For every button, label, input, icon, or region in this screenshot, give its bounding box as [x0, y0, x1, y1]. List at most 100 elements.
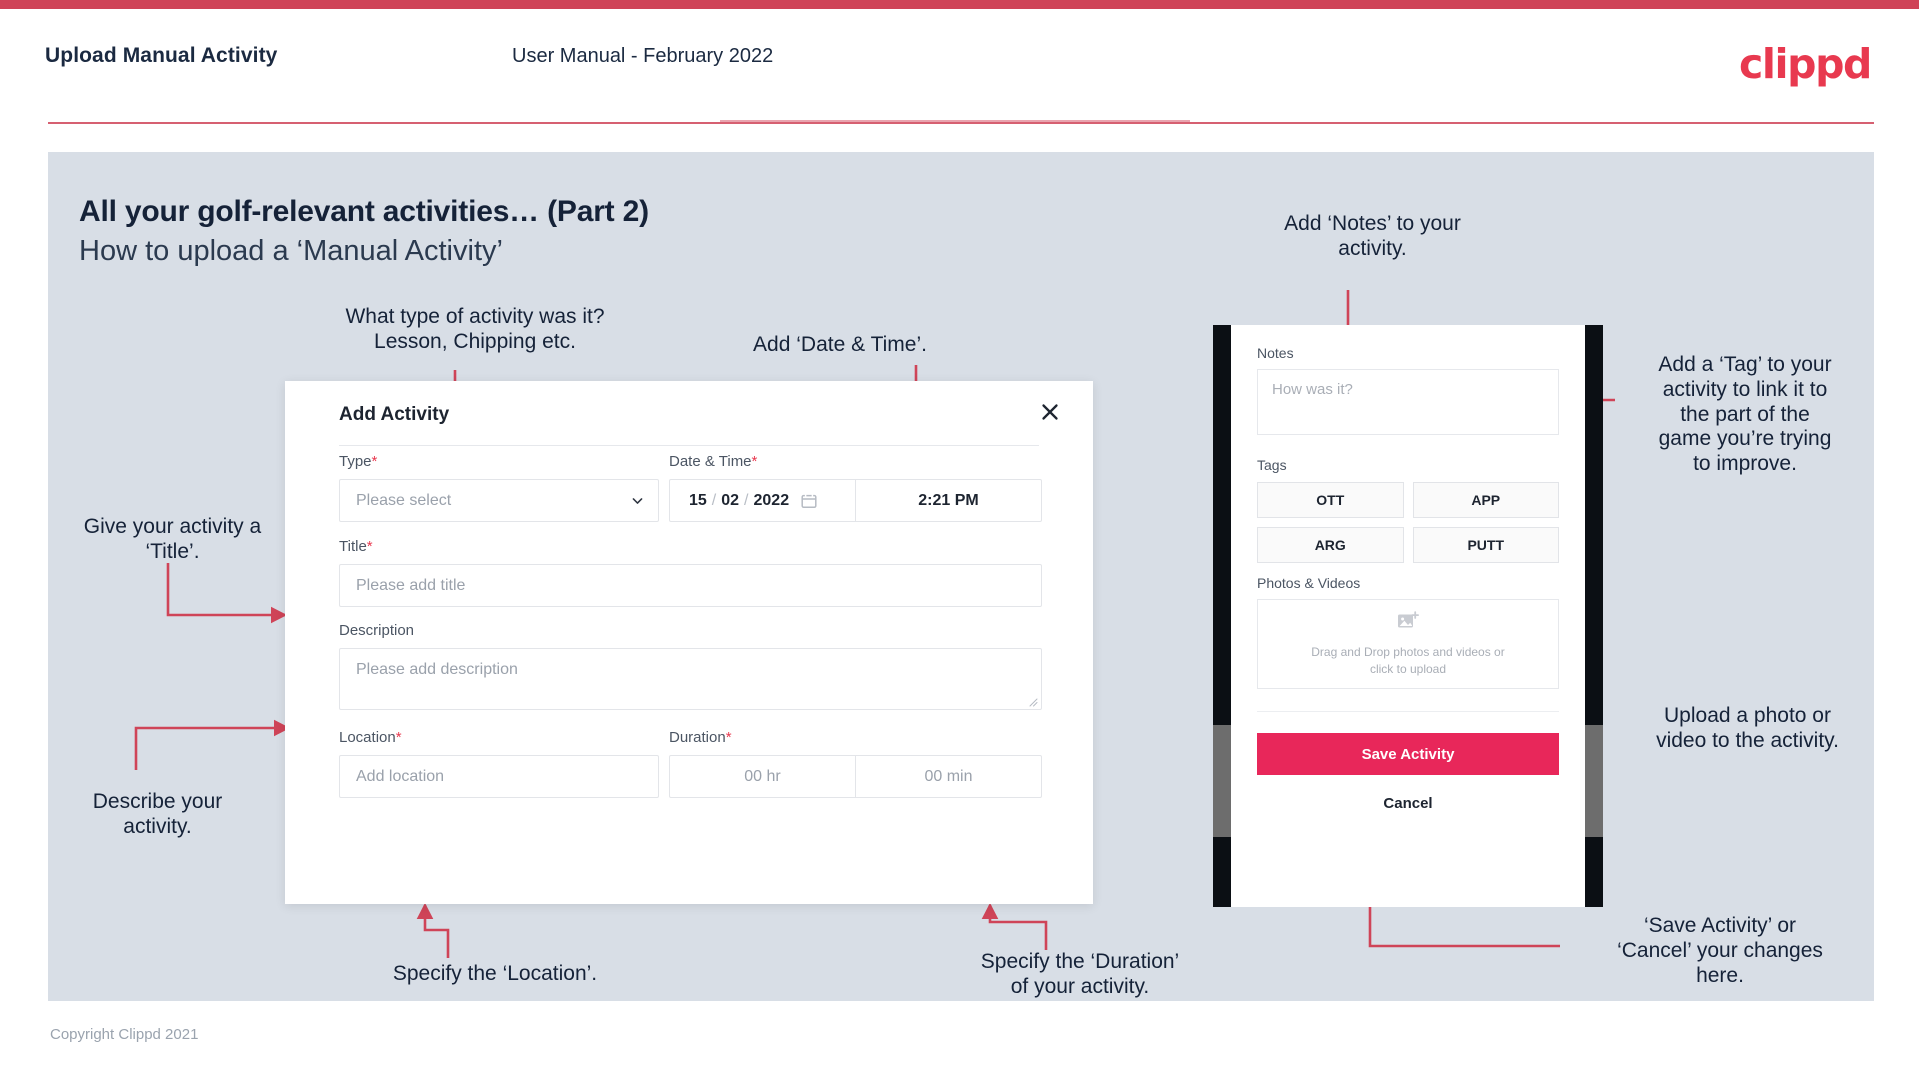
title-label: Title*: [339, 538, 1042, 555]
slide-root: Upload Manual Activity User Manual - Feb…: [0, 0, 1919, 1079]
type-label-text: Type: [339, 453, 372, 470]
duration-control: 00 hr 00 min: [669, 755, 1042, 798]
clippd-logo: clippd: [1738, 40, 1872, 88]
annotation-upload: Upload a photo or video to the activity.: [1656, 704, 1839, 752]
tag-button-app[interactable]: APP: [1412, 482, 1559, 518]
type-label: Type*: [339, 453, 659, 470]
tags-label: Tags: [1257, 457, 1287, 473]
upload-dropzone[interactable]: Drag and Drop photos and videos or click…: [1257, 599, 1559, 689]
phone-divider: [1257, 711, 1559, 712]
phone-mockup: Notes How was it? Tags OTT APP ARG PUTT …: [1213, 325, 1603, 907]
location-input[interactable]: Add location: [339, 755, 659, 798]
annotation-location: Specify the ‘Location’.: [392, 962, 598, 985]
header-divider-highlight: [720, 120, 1190, 122]
resize-grip-icon[interactable]: [1028, 697, 1038, 707]
title-label-text: Title: [339, 538, 367, 555]
field-group-location: Location* Add location: [339, 729, 659, 798]
tags-section: Tags OTT APP ARG PUTT: [1257, 457, 1559, 563]
title-input[interactable]: Please add title: [339, 564, 1042, 607]
field-group-datetime: Date & Time* 15 / 02 / 2022 2:21 PM: [669, 453, 1042, 522]
annotation-notes: Add ‘Notes’ to your activity.: [1284, 212, 1461, 260]
type-required-star: *: [371, 453, 378, 470]
phone-screen: Notes How was it? Tags OTT APP ARG PUTT …: [1231, 325, 1585, 907]
annotation-duration: Specify the ‘Duration’ of your activity.: [980, 950, 1180, 998]
add-activity-dialog: Add Activity Type* Please select Date & …: [285, 381, 1093, 904]
location-label: Location*: [339, 729, 659, 746]
type-select-placeholder: Please select: [356, 491, 452, 509]
notes-placeholder: How was it?: [1272, 381, 1353, 398]
tag-button-putt[interactable]: PUTT: [1412, 527, 1559, 563]
date-input[interactable]: 15 / 02 / 2022: [670, 480, 856, 521]
dialog-header: Add Activity: [285, 381, 1093, 446]
duration-label-text: Duration: [669, 729, 726, 746]
chevron-down-icon: [632, 497, 643, 504]
page-title: All your golf-relevant activities… (Part…: [79, 195, 649, 228]
date-year: 2022: [753, 491, 790, 509]
calendar-icon[interactable]: [800, 492, 818, 510]
time-input[interactable]: 2:21 PM: [856, 480, 1041, 521]
save-activity-button[interactable]: Save Activity: [1257, 733, 1559, 775]
location-required-star: *: [395, 729, 402, 746]
duration-minutes-input[interactable]: 00 min: [856, 756, 1041, 797]
field-group-description: Description Please add description: [339, 622, 1042, 710]
tags-grid: OTT APP ARG PUTT: [1257, 482, 1559, 563]
tag-button-arg[interactable]: ARG: [1257, 527, 1404, 563]
annotation-datetime: Add ‘Date & Time’.: [753, 333, 927, 356]
description-placeholder: Please add description: [356, 661, 518, 678]
photos-label: Photos & Videos: [1257, 575, 1361, 591]
location-label-text: Location: [339, 729, 396, 746]
phone-frame-right: [1585, 325, 1603, 907]
notes-label: Notes: [1257, 345, 1294, 361]
calendar-glyph: [801, 492, 817, 508]
notes-section: Notes How was it?: [1257, 345, 1559, 435]
cancel-button[interactable]: Cancel: [1257, 795, 1559, 812]
datetime-label-text: Date & Time: [669, 453, 752, 470]
dialog-divider: [339, 445, 1039, 446]
header-left-title: Upload Manual Activity: [45, 44, 278, 67]
add-image-glyph: [1398, 611, 1419, 628]
field-group-type: Type* Please select: [339, 453, 659, 522]
phone-frame-left-segment: [1213, 725, 1231, 837]
date-month: 02: [721, 491, 740, 509]
annotation-description: Describe your activity.: [92, 790, 223, 838]
datetime-required-star: *: [751, 453, 758, 470]
annotation-title: Give your activity a ‘Title’.: [83, 515, 262, 563]
duration-label: Duration*: [669, 729, 1042, 746]
photos-videos-section: Photos & Videos Drag and Drop photos and…: [1257, 575, 1559, 689]
header-divider: [48, 122, 1874, 124]
date-sep-2: /: [744, 491, 749, 509]
upload-hint-line-1: Drag and Drop photos and videos or: [1311, 644, 1505, 659]
field-group-duration: Duration* 00 hr 00 min: [669, 729, 1042, 798]
field-group-title: Title* Please add title: [339, 538, 1042, 607]
description-textarea[interactable]: Please add description: [339, 648, 1042, 710]
upload-hint: Drag and Drop photos and videos or click…: [1311, 644, 1504, 678]
top-accent-bar: [0, 0, 1919, 9]
description-label-text: Description: [339, 622, 415, 639]
date-sep-1: /: [711, 491, 717, 509]
title-required-star: *: [366, 538, 373, 555]
duration-hours-input[interactable]: 00 hr: [670, 756, 856, 797]
datetime-control: 15 / 02 / 2022 2:21 PM: [669, 479, 1042, 522]
type-select[interactable]: Please select: [339, 479, 659, 522]
phone-frame-left: [1213, 325, 1231, 907]
page-subtitle: How to upload a ‘Manual Activity’: [79, 235, 503, 267]
title-input-placeholder: Please add title: [356, 576, 466, 594]
date-day: 15: [689, 491, 707, 509]
notes-input[interactable]: How was it?: [1257, 369, 1559, 435]
duration-required-star: *: [725, 729, 732, 746]
close-glyph: [1042, 404, 1058, 420]
copyright-text: Copyright Clippd 2021: [50, 1026, 199, 1043]
header-center-title: User Manual - February 2022: [512, 45, 774, 67]
close-icon[interactable]: [1033, 395, 1067, 429]
dialog-title: Add Activity: [339, 404, 450, 425]
tag-button-ott[interactable]: OTT: [1257, 482, 1404, 518]
add-image-icon: [1397, 611, 1419, 636]
datetime-label: Date & Time*: [669, 453, 1042, 470]
description-label: Description: [339, 622, 1042, 639]
annotation-type: What type of activity was it? Lesson, Ch…: [345, 305, 605, 353]
location-input-placeholder: Add location: [356, 767, 445, 785]
annotation-save-cancel: ‘Save Activity’ or ‘Cancel’ your changes…: [1617, 914, 1823, 987]
annotation-tags: Add a ‘Tag’ to your activity to link it …: [1658, 353, 1832, 476]
upload-hint-line-2: click to upload: [1369, 661, 1447, 676]
phone-frame-right-segment: [1585, 725, 1603, 837]
